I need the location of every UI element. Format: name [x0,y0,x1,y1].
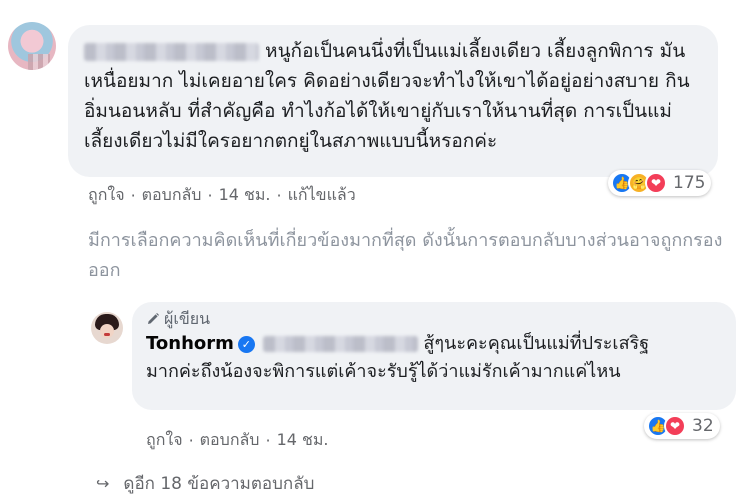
reply-bubble: ผู้เขียน Tonhorm ✓ สู้ๆนะคะคุณเป็นแม่ที่ป… [132,302,736,410]
comment-actions: ถูกใจ · ตอบกลับ · 14 ชม. · แก้ไขแล้ว [88,183,356,208]
comment-bubble: หนูก้อเป็นคนนึ่งที่เป็นแม่เลี้ยงเดียว เล… [68,25,718,177]
pencil-icon [148,313,159,324]
commenter-avatar[interactable] [8,22,56,70]
love-reaction-icon: ❤ [664,415,686,437]
reply-author-name[interactable]: Tonhorm [146,333,234,354]
reply-first-line: Tonhorm ✓ สู้ๆนะคะคุณเป็นแม่ที่ประเสริฐ [146,330,720,358]
avatar-lip [104,333,110,336]
edited-label[interactable]: แก้ไขแล้ว [288,183,356,208]
avatar-pixelation [28,54,50,70]
author-label: ผู้เขียน [164,308,211,328]
reply-reactions[interactable]: 👍 ❤ 32 [644,413,720,439]
reply-arrow-icon: ↪ [96,474,110,493]
view-more-replies[interactable]: ↪ ดูอีก 18 ข้อความตอบกลับ [96,470,314,497]
blurred-mentioned-name[interactable] [262,336,418,352]
filter-notice: มีการเลือกความคิดเห็นที่เกี่ยวข้องมากที่… [88,230,723,281]
blurred-commenter-name[interactable] [84,42,259,61]
reaction-count: 175 [673,173,706,193]
separator-dot: · [265,431,271,450]
reply-author-avatar[interactable] [91,312,123,344]
separator-dot: · [207,186,213,205]
reply-timestamp[interactable]: 14 ชม. [277,428,329,453]
reply-link[interactable]: ตอบกลับ [142,183,202,208]
view-more-replies-label[interactable]: ดูอีก 18 ข้อความตอบกลับ [123,470,314,497]
love-reaction-icon: ❤ [645,172,667,194]
reply-link[interactable]: ตอบกลับ [200,428,260,453]
like-link[interactable]: ถูกใจ [88,183,125,208]
separator-dot: · [188,431,194,450]
reaction-count: 32 [692,416,714,436]
comment-timestamp[interactable]: 14 ชม. [219,183,271,208]
reply-text: มากค่ะถึงน้องจะพิการแต่เค้าจะรับรู้ได้ว่… [146,361,621,382]
comment-text: หนูก้อเป็นคนนึ่งที่เป็นแม่เลี้ยงเดียว เล… [84,36,700,156]
separator-dot: · [276,186,282,205]
verified-badge-icon: ✓ [237,335,255,353]
like-link[interactable]: ถูกใจ [146,428,183,453]
comment-reactions[interactable]: 👍 🤗 ❤ 175 [608,170,712,196]
separator-dot: · [130,186,136,205]
reply-text-start: สู้ๆนะคะคุณเป็นแม่ที่ประเสริฐ [423,333,650,354]
author-badge: ผู้เขียน [146,308,720,330]
reply-actions: ถูกใจ · ตอบกลับ · 14 ชม. [146,428,329,453]
